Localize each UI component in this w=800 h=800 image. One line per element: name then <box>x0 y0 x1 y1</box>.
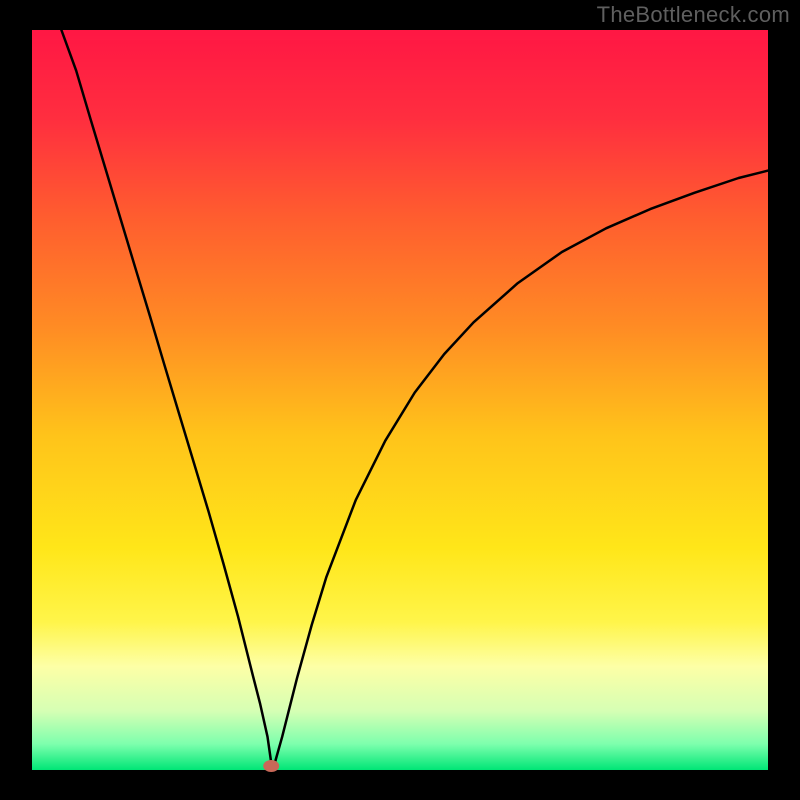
watermark-text: TheBottleneck.com <box>597 2 790 28</box>
bottleneck-chart <box>0 0 800 800</box>
chart-frame: TheBottleneck.com <box>0 0 800 800</box>
plot-background <box>32 30 768 770</box>
optimal-point-marker <box>263 760 279 772</box>
